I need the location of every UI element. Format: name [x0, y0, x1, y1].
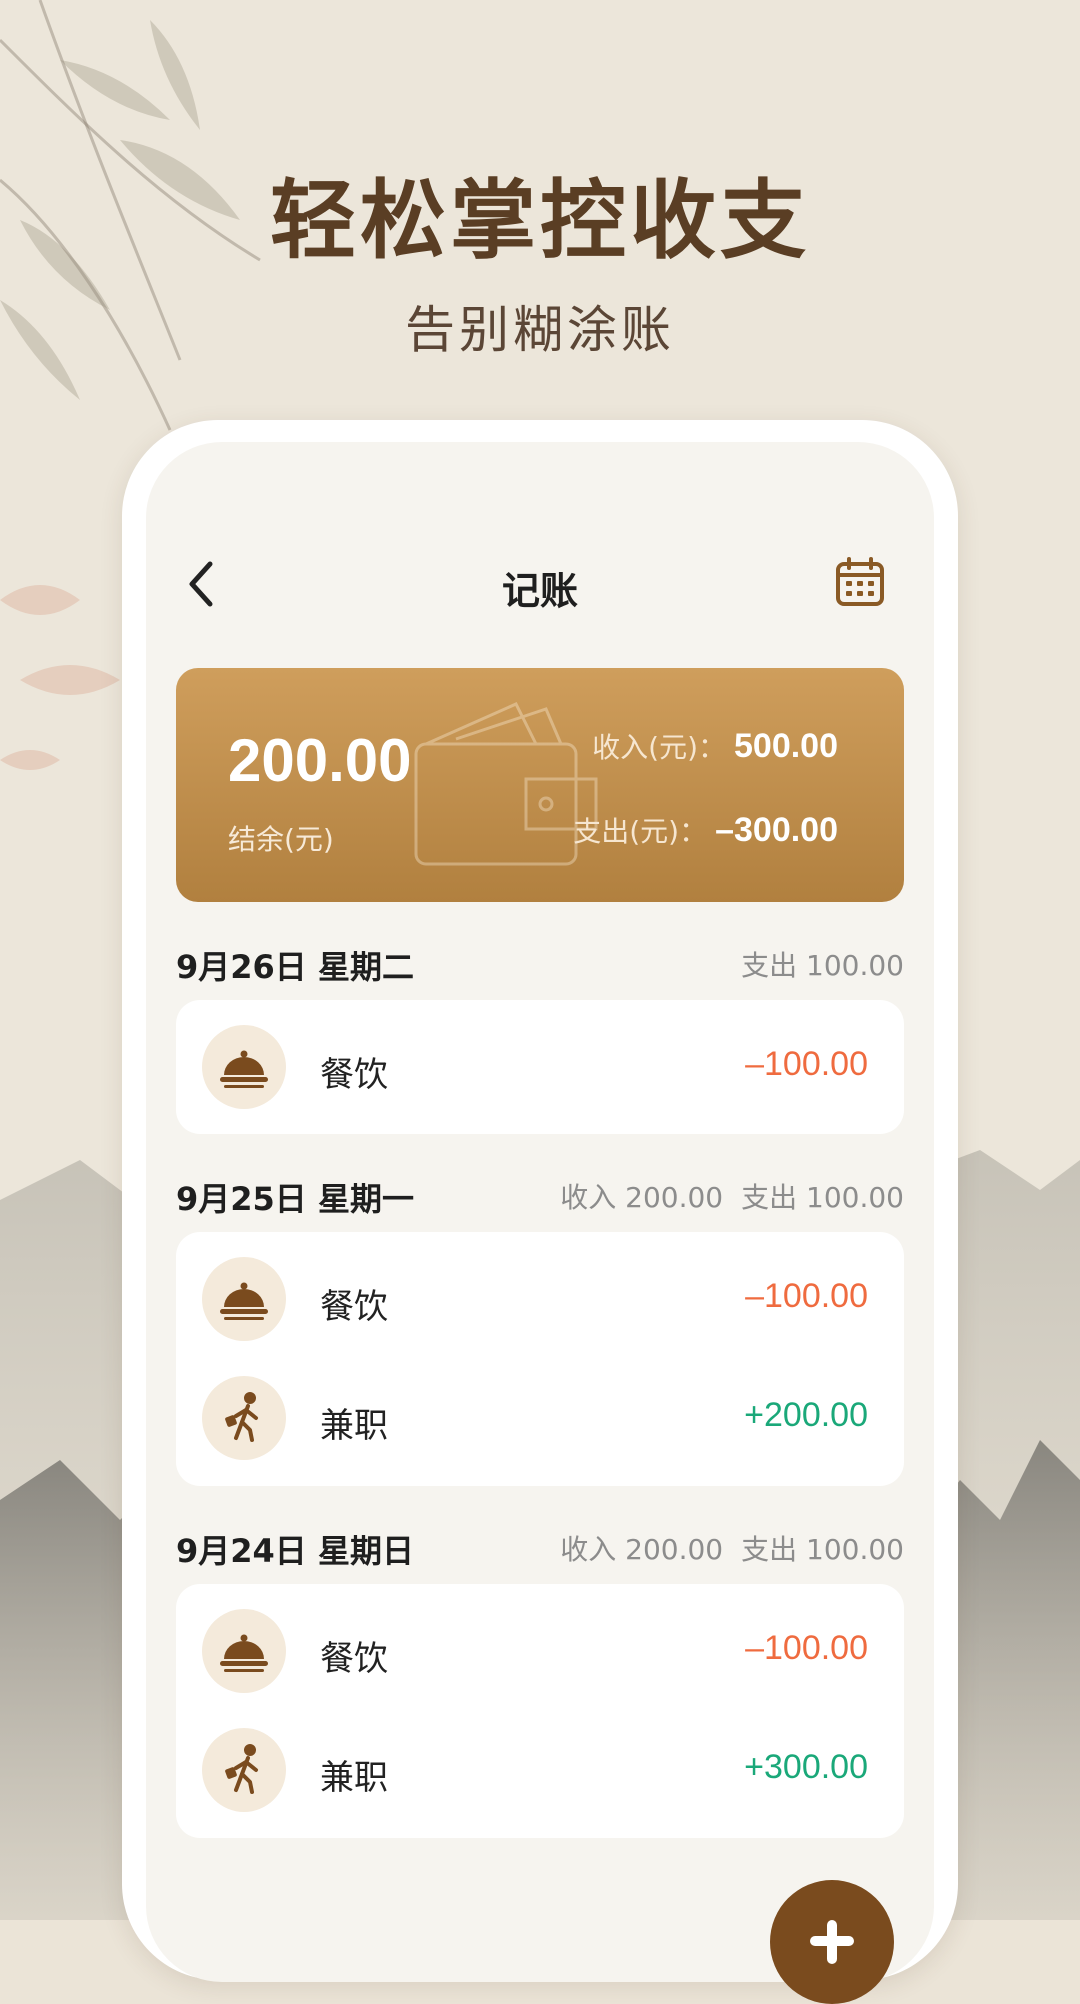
day-header: 9月24日 星期日 收入 200.00 支出 100.00	[176, 1522, 904, 1570]
day-totals: 收入 200.00 支出 100.00	[560, 1176, 904, 1216]
day-income-total: 收入 200.00	[560, 1181, 724, 1214]
wallet-icon	[414, 702, 598, 866]
day-header: 9月25日 星期一 收入 200.00 支出 100.00	[176, 1170, 904, 1218]
list-item[interactable]: 餐饮 –100.00	[176, 1239, 904, 1359]
day-income-total: 收入 200.00	[560, 1533, 724, 1566]
income-value: 500.00	[734, 727, 838, 765]
expense-value: –300.00	[715, 811, 838, 849]
list-item[interactable]: 餐饮 –100.00	[176, 1007, 904, 1127]
list-item[interactable]: 餐饮 –100.00	[176, 1591, 904, 1711]
day-expense-total: 支出 100.00	[741, 1181, 904, 1214]
balance-amount: 200.00	[228, 727, 412, 794]
list-item[interactable]: 兼职 +200.00	[176, 1358, 904, 1478]
plus-icon-stroke	[827, 1920, 837, 1964]
add-record-button[interactable]	[770, 1880, 894, 2004]
record-amount: –100.00	[745, 1045, 868, 1083]
nav-bar: 记账	[146, 542, 934, 626]
balance-label: 结余(元)	[228, 823, 334, 856]
day-expense-total: 支出 100.00	[741, 1533, 904, 1566]
record-amount: –100.00	[745, 1629, 868, 1667]
income-label: 收入(元)：	[592, 731, 726, 764]
page-title: 记账	[501, 569, 578, 613]
promo-headline: 轻松掌控收支	[270, 170, 810, 271]
expense-label: 支出(元)：	[573, 815, 708, 848]
day-totals: 收入 200.00 支出 100.00	[560, 1528, 904, 1568]
food-cloche-icon	[202, 1025, 286, 1109]
category-name: 兼职	[320, 1406, 388, 1446]
record-amount: –100.00	[745, 1277, 868, 1315]
food-cloche-icon	[202, 1609, 286, 1693]
day-record-card: 餐饮 –100.00 兼职 +300.00	[176, 1584, 904, 1838]
day-date: 9月24日 星期日	[176, 1532, 414, 1570]
day-expense-total: 支出 100.00	[741, 949, 904, 982]
walking-worker-icon	[202, 1376, 286, 1460]
list-item[interactable]: 兼职 +300.00	[176, 1710, 904, 1830]
day-record-card: 餐饮 –100.00	[176, 1000, 904, 1134]
app-screen: 记账 200.00 结余(元) 收入(元)： 500.00 支出(元)： –30…	[146, 442, 934, 1982]
balance-summary-card: 200.00 结余(元) 收入(元)： 500.00 支出(元)： –300.00	[176, 668, 904, 902]
day-date: 9月25日 星期一	[176, 1180, 414, 1218]
day-record-card: 餐饮 –100.00 兼职 +200.00	[176, 1232, 904, 1486]
day-header: 9月26日 星期二 支出 100.00	[176, 938, 904, 986]
category-name: 餐饮	[320, 1639, 388, 1679]
category-name: 餐饮	[320, 1287, 388, 1327]
category-name: 餐饮	[320, 1055, 388, 1095]
calendar-icon[interactable]	[834, 556, 886, 608]
expense-summary: 支出(元)： –300.00	[573, 810, 838, 850]
walking-worker-icon	[202, 1728, 286, 1812]
day-totals: 支出 100.00	[741, 944, 904, 984]
promo-subline: 告别糊涂账	[405, 301, 675, 359]
record-amount: +200.00	[744, 1396, 868, 1434]
record-amount: +300.00	[744, 1748, 868, 1786]
income-summary: 收入(元)： 500.00	[592, 726, 838, 766]
day-date: 9月26日 星期二	[176, 948, 414, 986]
category-name: 兼职	[320, 1758, 388, 1798]
food-cloche-icon	[202, 1257, 286, 1341]
